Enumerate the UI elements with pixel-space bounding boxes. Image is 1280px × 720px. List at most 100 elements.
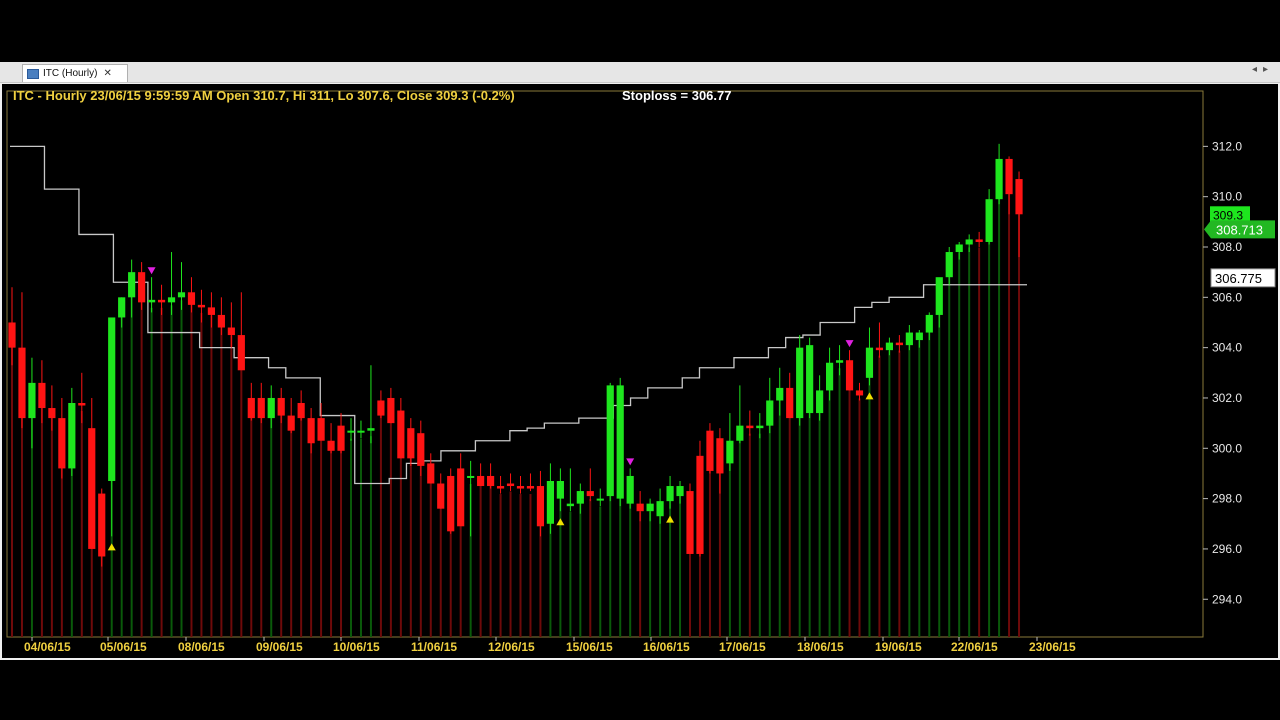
volume-bar — [150, 307, 153, 637]
candle-body — [636, 503, 644, 512]
x-tick-label: 22/06/15 — [951, 640, 998, 654]
volume-bar — [529, 494, 532, 637]
volume-bar — [439, 491, 442, 637]
volume-bar — [479, 483, 482, 637]
volume-bar — [519, 494, 522, 637]
candle-body — [467, 475, 475, 478]
volume-bar — [599, 506, 602, 637]
sell-signal-icon — [147, 267, 156, 275]
stoploss-price-label: 306.775 — [1215, 271, 1262, 286]
candle-body — [1015, 179, 1023, 215]
volume-bar — [878, 355, 881, 637]
price-chart[interactable]: 294.0 296.0 298.0 300.0 302.0 304.0 306.0 308.0… — [2, 84, 1278, 658]
candle-body — [855, 390, 864, 396]
volume-layer — [11, 166, 1021, 638]
candle-body — [317, 418, 325, 441]
y-tick-label: 308.0 — [1212, 240, 1242, 254]
candle-body — [786, 387, 794, 419]
plot-frame — [6, 90, 1204, 638]
volume-bar — [768, 408, 771, 637]
buy-signal-icon — [666, 515, 675, 523]
tab-itc-hourly[interactable]: ITC (Hourly) ✕ — [22, 64, 128, 82]
y-tick-label: 296.0 — [1212, 542, 1242, 556]
volume-bar — [160, 307, 163, 637]
volume-bar — [758, 433, 761, 637]
volume-bar — [369, 436, 372, 637]
volume-bar — [639, 511, 642, 637]
sell-signal-icon — [626, 458, 635, 466]
volume-bar — [898, 350, 901, 637]
candle-body — [945, 252, 953, 278]
candle-body — [227, 327, 235, 336]
candle-body — [676, 486, 684, 497]
candle-body — [536, 486, 545, 527]
x-tick-label: 16/06/15 — [643, 640, 690, 654]
candle-body — [885, 342, 894, 351]
volume-bar — [968, 247, 971, 638]
volume-bar — [240, 343, 243, 637]
candle-body — [367, 428, 375, 431]
candle-body — [586, 491, 594, 497]
candle-body — [8, 322, 16, 348]
candle-body — [138, 272, 146, 303]
volume-bar — [858, 398, 861, 637]
candle-body — [975, 239, 983, 242]
volume-bar — [559, 489, 562, 637]
volume-bar — [888, 350, 891, 637]
candle-body — [606, 385, 614, 497]
candle-body — [187, 292, 196, 305]
candle-body — [38, 382, 46, 409]
chart-window-icon — [27, 68, 39, 79]
volume-bar — [778, 395, 781, 637]
sell-signal-icon — [845, 340, 854, 348]
scroll-right-icon[interactable]: ▸ — [1263, 64, 1274, 75]
volume-bar — [848, 368, 851, 637]
volume-bar — [50, 416, 53, 637]
volume-bar — [998, 166, 1001, 637]
candle-body — [118, 297, 126, 318]
candle-body — [447, 475, 455, 532]
candle-body — [58, 418, 66, 469]
candle-body — [1005, 158, 1013, 195]
chart-area[interactable]: 294.0 296.0 298.0 300.0 302.0 304.0 306.0 308.0… — [2, 84, 1278, 658]
candle-body — [237, 335, 245, 371]
candle-body — [397, 410, 405, 459]
candle-body — [516, 486, 525, 489]
candle-body — [825, 362, 834, 391]
candle-body — [875, 347, 884, 351]
volume-bar — [290, 423, 293, 637]
volume-bar — [958, 252, 961, 637]
candle-body — [616, 385, 624, 499]
candle-body — [905, 332, 913, 346]
volume-bar — [649, 511, 652, 637]
x-tick-label: 05/06/15 — [100, 640, 147, 654]
scroll-left-icon[interactable]: ◂ — [1252, 64, 1263, 75]
candle-body — [706, 430, 714, 471]
candle-body — [935, 277, 943, 315]
volume-bar — [130, 280, 133, 637]
candle-body — [865, 347, 874, 378]
candle-body — [68, 403, 76, 469]
buy-signal-icon — [556, 518, 565, 526]
close-icon[interactable]: ✕ — [103, 68, 111, 79]
candle-body — [835, 360, 844, 363]
volume-bar — [748, 433, 751, 637]
x-tick-label: 11/06/15 — [411, 640, 457, 654]
candle-body — [307, 418, 315, 444]
x-tick-label: 12/06/15 — [488, 640, 535, 654]
volume-bar — [928, 322, 931, 637]
candle-body — [796, 347, 804, 419]
volume-bar — [938, 285, 941, 637]
volume-bar — [330, 448, 333, 637]
x-tick-label: 18/06/15 — [797, 640, 844, 654]
candle-body — [277, 397, 285, 416]
candle-body — [267, 397, 275, 419]
x-tick-label: 08/06/15 — [178, 640, 225, 654]
volume-bar — [230, 335, 233, 637]
candle-body — [925, 314, 933, 333]
volume-bar — [918, 340, 921, 637]
y-tick-label: 298.0 — [1212, 492, 1242, 506]
volume-bar — [140, 280, 143, 637]
tab-nav: ◂▸ — [1252, 64, 1274, 75]
candle-body — [915, 332, 923, 341]
